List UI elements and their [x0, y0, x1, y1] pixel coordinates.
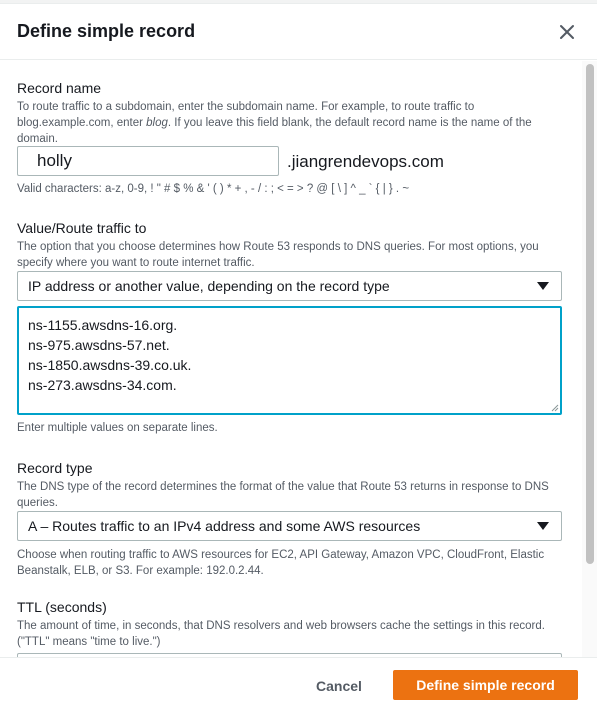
scrollbar-thumb[interactable]: [586, 64, 594, 564]
record-type-hint: Choose when routing traffic to AWS resou…: [17, 549, 545, 577]
values-hint: Enter multiple values on separate lines.: [17, 422, 218, 434]
value-route-field: Value/Route traffic to The option that y…: [17, 219, 562, 271]
record-type-label: Record type: [17, 460, 93, 476]
caret-down-icon: [537, 522, 549, 530]
record-name-label: Record name: [17, 80, 102, 96]
modal-footer: Cancel Define simple record: [0, 657, 597, 709]
ttl-field: TTL (seconds) The amount of time, in sec…: [17, 598, 562, 650]
ttl-description: The amount of time, in seconds, that DNS…: [17, 620, 545, 648]
route-traffic-select[interactable]: IP address or another value, depending o…: [17, 271, 562, 301]
record-name-hint: Valid characters: a-z, 0-9, ! " # $ % & …: [17, 183, 410, 195]
modal-body: Record name To route traffic to a subdom…: [0, 61, 597, 657]
value-line: ns-273.awsdns-34.com.: [28, 377, 177, 393]
modal-title: Define simple record: [17, 21, 196, 41]
close-button[interactable]: [555, 20, 579, 44]
record-type-select[interactable]: A – Routes traffic to an IPv4 address an…: [17, 511, 562, 541]
cancel-button[interactable]: Cancel: [300, 672, 378, 700]
record-name-description-italic: blog: [146, 117, 168, 129]
record-type-hint-wrap: Choose when routing traffic to AWS resou…: [17, 545, 562, 579]
value-line: ns-975.awsdns-57.net.: [28, 337, 170, 353]
define-simple-record-button[interactable]: Define simple record: [393, 670, 578, 700]
route-traffic-selected: IP address or another value, depending o…: [28, 278, 390, 294]
value-route-description: The option that you choose determines ho…: [17, 241, 539, 269]
modal-header: Define simple record: [0, 4, 597, 60]
caret-down-icon: [537, 282, 549, 290]
domain-suffix: .jiangrendevops.com: [287, 152, 444, 171]
record-name-field: Record name To route traffic to a subdom…: [17, 79, 562, 147]
record-type-field: Record type The DNS type of the record d…: [17, 459, 562, 511]
record-type-description: The DNS type of the record determines th…: [17, 481, 549, 509]
value-line: ns-1850.awsdns-39.co.uk.: [28, 357, 192, 373]
record-type-selected: A – Routes traffic to an IPv4 address an…: [28, 518, 421, 534]
resize-grip-icon[interactable]: [551, 404, 559, 412]
value-line: ns-1155.awsdns-16.org.: [28, 317, 178, 333]
value-route-label: Value/Route traffic to: [17, 220, 147, 236]
values-textarea[interactable]: ns-1155.awsdns-16.org. ns-975.awsdns-57.…: [17, 306, 562, 415]
close-icon: [560, 25, 574, 39]
ttl-label: TTL (seconds): [17, 599, 107, 615]
record-name-input[interactable]: holly: [17, 146, 279, 176]
record-name-description: To route traffic to a subdomain, enter t…: [17, 99, 562, 147]
